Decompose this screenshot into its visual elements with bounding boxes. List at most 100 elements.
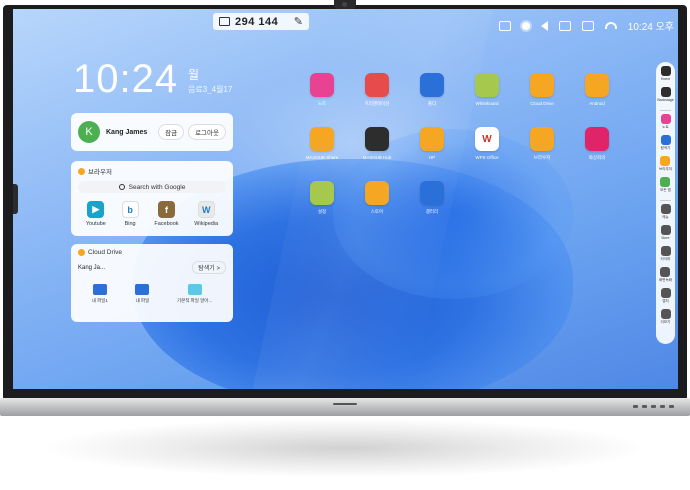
app-presentation[interactable]: 프리젠테이션 [355, 73, 399, 107]
dock-label: 메뉴 [662, 215, 669, 219]
screen-mirror-icon[interactable] [558, 20, 571, 31]
dock-icon [660, 114, 671, 124]
app-label: MAXHUB Share [305, 155, 339, 160]
browser-icon [78, 167, 85, 175]
dock-item[interactable]: 노트 [660, 114, 671, 134]
app-gear[interactable]: 설정 [300, 181, 344, 215]
search-placeholder: Search with Google [128, 183, 186, 191]
app-wps[interactable]: W WPS Office [465, 127, 509, 160]
app-label: 설정 [317, 209, 327, 214]
browser-icon [530, 127, 554, 151]
front-ports [633, 405, 674, 408]
dock-item[interactable]: 타이머 [660, 246, 671, 266]
palette-icon [420, 181, 444, 205]
facebook-icon: f [157, 201, 175, 218]
input-source-icon[interactable] [498, 20, 511, 31]
file-label: 내 파일 [135, 298, 150, 303]
dock-icon [660, 87, 671, 97]
logout-button[interactable]: 로그아웃 [188, 124, 226, 140]
dock-label: 캡처 [662, 299, 669, 303]
status-time: 10:24 오후 [627, 22, 674, 33]
dock-item[interactable]: 화면녹화 [659, 267, 672, 287]
file-icon [135, 284, 150, 295]
cloud-file[interactable]: 내 파일 [135, 284, 150, 304]
volume-icon[interactable] [540, 20, 548, 31]
dock-item[interactable]: 탐색기 [660, 135, 671, 155]
search-icon [118, 184, 125, 190]
file-label: 내 파일1 [91, 298, 108, 303]
screen-share-code[interactable]: 294 144 ✎ [213, 13, 309, 30]
dock-label: Backstage [657, 98, 674, 102]
app-hub[interactable]: MAXHUB Hub [355, 127, 399, 160]
dock-item[interactable]: 모든 앱 [660, 177, 671, 197]
shortcut-youtube[interactable]: ▶ Youtube [86, 201, 106, 227]
clock-day: 월 [188, 68, 200, 82]
wps-icon: W [475, 127, 499, 151]
app-cloud[interactable]: Cloud Drive [520, 73, 564, 106]
app-label: WPS Office [475, 155, 499, 160]
app-screen[interactable]: HP [410, 127, 454, 160]
app-label: Cloud Drive [530, 101, 554, 106]
screen: 294 144 ✎ 10:24 오후 10:24 월 음료3_4월17 K Ka… [13, 9, 678, 389]
app-folder[interactable]: 폴더 [410, 73, 454, 107]
shortcut-facebook[interactable]: f Facebook [154, 201, 179, 227]
shortcut-label: Bing [124, 221, 136, 227]
dock-item[interactable]: Home [660, 66, 671, 86]
dock-label: Home [660, 77, 671, 81]
dock-icon [660, 135, 671, 145]
bottom-frame [0, 398, 690, 416]
cloud-drive-card: Cloud Drive Kang Ja... 탐색기 > 내 파일1 내 파일 기본… [71, 244, 233, 322]
cloud-account-row: Kang Ja... 탐색기 > [78, 261, 226, 274]
shortcut-wikipedia[interactable]: W Wikipedia [194, 201, 218, 227]
dock-label: 더보기 [660, 320, 671, 324]
dock-item[interactable]: Backstage [657, 87, 674, 107]
cast-icon [310, 127, 334, 151]
app-label: 갤러리 [425, 209, 439, 214]
dock-item[interactable]: 더보기 [660, 309, 671, 329]
search-input[interactable]: Search with Google [78, 181, 226, 193]
dock-item[interactable]: 메뉴 [660, 204, 671, 224]
youtube-icon: ▶ [87, 201, 105, 218]
dock-item[interactable]: More [660, 225, 671, 245]
cloud-file[interactable]: 기본적 파일 알아... [177, 284, 212, 304]
brightness-icon[interactable] [521, 21, 530, 30]
browser-card-header: 브라우저 [78, 166, 226, 176]
dock-item[interactable]: 브라우저 [659, 156, 672, 176]
shortcut-label: Facebook [154, 221, 179, 227]
network-icon[interactable] [581, 20, 594, 31]
cloud-account[interactable]: Kang Ja... [78, 265, 105, 271]
side-panel-handle[interactable] [13, 184, 18, 214]
gear-icon [310, 181, 334, 205]
app-user[interactable]: Whiteboard [465, 73, 509, 106]
app-label: 스토어 [370, 209, 384, 214]
app-browser[interactable]: 브라우저 [520, 127, 564, 161]
clock-date: 음료3_4월17 [188, 85, 233, 94]
dock-icon [660, 309, 671, 319]
dock-label: 노트 [662, 125, 669, 129]
presentation-icon [365, 73, 389, 97]
dock-divider [660, 110, 671, 111]
dock-icon [660, 246, 671, 256]
lock-button[interactable]: 잠금 [158, 124, 185, 140]
pencil-icon[interactable]: ✎ [294, 15, 303, 28]
store-icon [365, 181, 389, 205]
app-cast[interactable]: MAXHUB Share [300, 127, 344, 160]
screen-icon [420, 127, 444, 151]
dock-icon [660, 66, 671, 76]
explorer-button[interactable]: 탐색기 > [192, 261, 226, 274]
dock-item[interactable]: 캡처 [660, 288, 671, 308]
app-chart[interactable]: 노트 [300, 73, 344, 107]
dock-icon [660, 267, 671, 277]
device-photo: 294 144 ✎ 10:24 오후 10:24 월 음료3_4월17 K Ka… [0, 0, 690, 490]
file-icon [92, 284, 107, 295]
file-icon [187, 284, 202, 295]
browser-card: 브라우저 Search with Google ▶ Youtube b Bing f Fa… [71, 161, 233, 236]
cloud-file[interactable]: 내 파일1 [92, 284, 108, 304]
avatar[interactable]: K [78, 121, 100, 143]
app-palette[interactable]: 갤러리 [410, 181, 454, 215]
app-store[interactable]: 스토어 [355, 181, 399, 215]
app-video[interactable]: 화상회의 [575, 127, 619, 161]
app-rocket[interactable]: Android [575, 73, 619, 106]
wifi-icon[interactable] [604, 22, 617, 29]
shortcut-bing[interactable]: b Bing [121, 201, 139, 227]
